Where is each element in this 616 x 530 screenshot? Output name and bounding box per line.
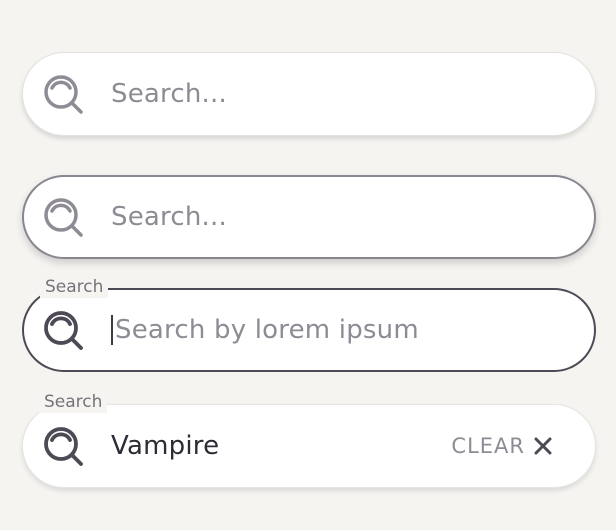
search-icon bbox=[44, 75, 83, 114]
search-field-label: Search bbox=[39, 391, 108, 413]
search-icon bbox=[44, 198, 83, 237]
clear-label: CLEAR bbox=[451, 434, 525, 458]
search-icon bbox=[44, 427, 83, 466]
search-placeholder: Search... bbox=[111, 79, 227, 109]
search-field-label: Search bbox=[40, 276, 109, 298]
search-input[interactable]: Search by lorem ipsum bbox=[111, 290, 419, 370]
clear-button[interactable]: CLEAR bbox=[451, 405, 553, 487]
text-cursor bbox=[111, 315, 113, 345]
search-placeholder: Search by lorem ipsum bbox=[115, 315, 419, 345]
search-placeholder: Search... bbox=[111, 202, 227, 232]
search-field-default[interactable]: Search... bbox=[22, 52, 596, 136]
search-field-hover[interactable]: Search... bbox=[22, 175, 596, 259]
search-value[interactable]: Vampire bbox=[111, 405, 219, 487]
search-icon bbox=[44, 311, 83, 350]
search-field-focused[interactable]: Search Search by lorem ipsum bbox=[22, 276, 596, 372]
close-icon bbox=[534, 437, 552, 455]
search-field-filled[interactable]: Search Vampire CLEAR bbox=[22, 391, 596, 488]
